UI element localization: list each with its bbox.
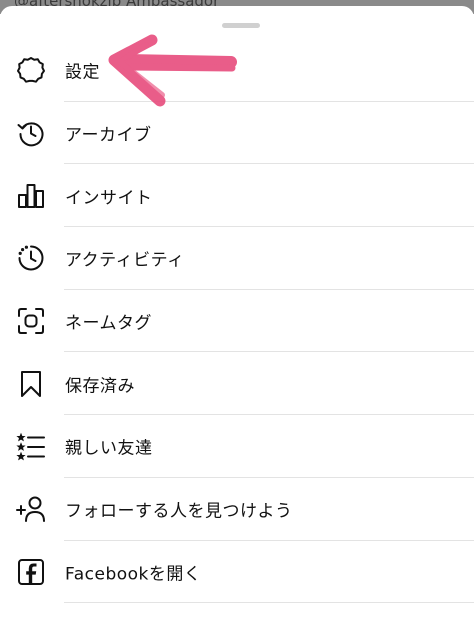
menu-item-saved[interactable]: 保存済み [0,352,474,415]
nametag-scan-icon [15,305,47,337]
menu-item-label: 親しい友達 [65,438,153,459]
close-friends-list-icon [15,430,47,462]
profile-menu-list: 設定 アーカイブ インサイト アクティビティ ネームタグ 保存済み 親しい友達 … [0,39,474,603]
menu-item-archive[interactable]: アーカイブ [0,102,474,165]
menu-item-label: 保存済み [65,376,135,397]
menu-item-label: アクティビティ [65,250,185,271]
archive-history-icon [15,117,47,149]
menu-item-close-friends[interactable]: 親しい友達 [0,415,474,478]
menu-item-label: インサイト [65,188,153,209]
insights-bar-chart-icon [15,180,47,212]
add-person-icon [15,493,47,525]
menu-item-label: フォローする人を見つけよう [65,501,293,522]
menu-item-insights[interactable]: インサイト [0,164,474,227]
profile-menu-sheet: 設定 アーカイブ インサイト アクティビティ ネームタグ 保存済み 親しい友達 … [0,6,474,637]
menu-item-discover-people[interactable]: フォローする人を見つけよう [0,478,474,541]
menu-item-label: ネームタグ [65,313,152,334]
menu-item-settings[interactable]: 設定 [0,39,474,102]
sheet-drag-handle[interactable] [222,23,260,28]
activity-clock-icon [15,242,47,274]
facebook-icon [15,556,47,588]
gear-icon [15,54,47,86]
menu-item-label: Facebookを開く [65,564,202,585]
bookmark-icon [15,368,47,400]
menu-item-label: 設定 [65,62,100,83]
menu-item-activity[interactable]: アクティビティ [0,227,474,290]
menu-item-nametag[interactable]: ネームタグ [0,290,474,353]
menu-item-label: アーカイブ [65,125,152,146]
menu-item-open-facebook[interactable]: Facebookを開く [0,541,474,604]
